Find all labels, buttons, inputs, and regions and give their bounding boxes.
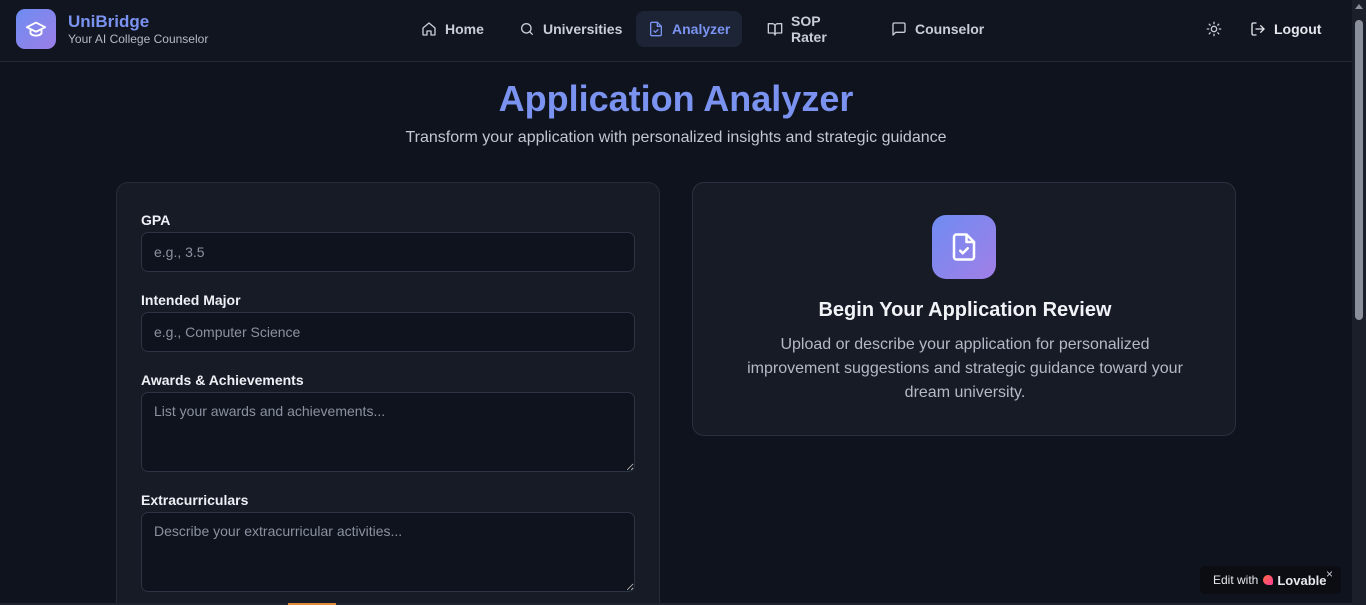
document-check-icon xyxy=(952,233,976,261)
chat-icon xyxy=(892,22,906,36)
brand-name[interactable]: UniBridge xyxy=(68,12,149,32)
nav-universities-label: Universities xyxy=(543,21,623,37)
major-label: Intended Major xyxy=(141,292,241,308)
nav-counselor-label: Counselor xyxy=(915,21,985,37)
page-subtitle: Transform your application with personal… xyxy=(405,129,947,146)
extracurriculars-label: Extracurriculars xyxy=(141,492,249,508)
application-form-card: GPA Intended Major Awards & Achievements… xyxy=(116,182,660,605)
nav-analyzer[interactable]: Analyzer xyxy=(636,11,743,47)
review-icon-box xyxy=(932,215,996,279)
nav-sop-rater-label: SOP Rater xyxy=(791,13,827,45)
edit-with-lovable-badge[interactable]: Edit with Lovable xyxy=(1200,566,1341,594)
sun-icon xyxy=(1206,21,1222,37)
book-icon xyxy=(767,23,783,36)
nav-analyzer-label: Analyzer xyxy=(672,21,731,37)
nav-sop-rater[interactable]: SOP Rater xyxy=(755,11,839,47)
nav-home-label: Home xyxy=(445,21,484,37)
nav-counselor[interactable]: Counselor xyxy=(879,11,996,47)
nav-universities[interactable]: Universities xyxy=(507,11,634,47)
close-icon[interactable]: × xyxy=(1326,567,1333,581)
extracurriculars-textarea[interactable] xyxy=(141,512,635,592)
scroll-thumb[interactable] xyxy=(1355,20,1363,320)
document-icon xyxy=(650,21,662,37)
logout-button[interactable]: Logout xyxy=(1250,17,1321,41)
top-navbar: UniBridge Your AI College Counselor Home… xyxy=(0,0,1352,62)
page-title: Application Analyzer xyxy=(498,78,854,119)
home-icon xyxy=(422,22,436,36)
graduation-cap-icon xyxy=(25,21,47,37)
theme-toggle-button[interactable] xyxy=(1202,17,1226,41)
badge-prefix: Edit with xyxy=(1213,573,1259,587)
awards-label: Awards & Achievements xyxy=(141,372,304,388)
logout-icon xyxy=(1251,22,1265,36)
lovable-heart-icon xyxy=(1263,575,1274,585)
search-icon xyxy=(521,23,533,35)
badge-brand: Lovable xyxy=(1277,572,1327,588)
logo[interactable] xyxy=(16,9,56,49)
review-description: Upload or describe your application for … xyxy=(747,336,1183,401)
gpa-label: GPA xyxy=(141,212,171,228)
gpa-input[interactable] xyxy=(141,232,635,272)
logout-label: Logout xyxy=(1274,21,1322,37)
review-intro-card: Begin Your Application Review Upload or … xyxy=(692,182,1236,436)
nav-home[interactable]: Home xyxy=(409,11,496,47)
awards-textarea[interactable] xyxy=(141,392,635,472)
review-title: Begin Your Application Review xyxy=(818,299,1112,321)
brand-tagline: Your AI College Counselor xyxy=(68,32,209,46)
scroll-up-arrow-icon[interactable] xyxy=(1355,4,1363,9)
major-input[interactable] xyxy=(141,312,635,352)
scrollbar[interactable] xyxy=(1352,0,1366,605)
